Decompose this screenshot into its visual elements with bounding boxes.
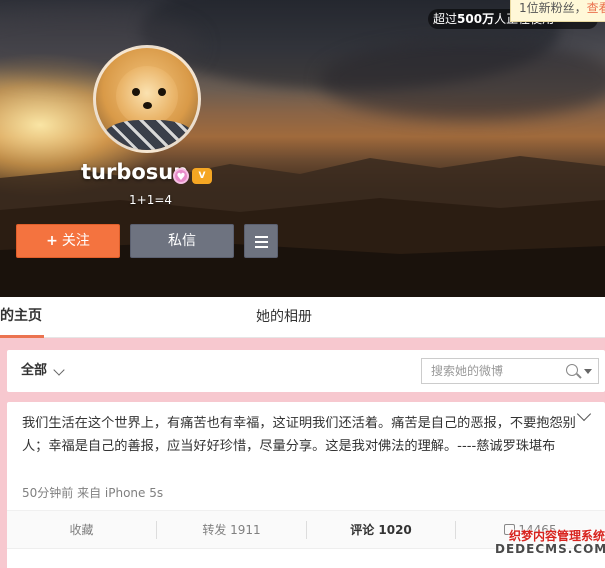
- banner-count: 500万: [457, 12, 495, 26]
- avatar-dog-eye: [158, 88, 166, 96]
- new-fans-notice[interactable]: 1位新粉丝，查看: [510, 0, 605, 22]
- profile-cover: turbosun ♥ V 1+1=4 +关注 私信 超过500万人正在使用 1位…: [0, 0, 605, 297]
- banner-prefix: 超过: [433, 12, 458, 26]
- profile-bio: 1+1=4: [129, 193, 173, 207]
- cover-cloud: [320, 40, 605, 120]
- menu-icon-bar: [255, 236, 268, 238]
- profile-username: turbosun: [81, 160, 189, 184]
- filter-dropdown[interactable]: 全部: [21, 350, 47, 392]
- menu-icon-bar: [255, 241, 268, 243]
- repost-button[interactable]: 转发 1911: [157, 511, 306, 549]
- profile-tabs: 的主页 她的相册: [0, 297, 605, 338]
- caret-down-icon[interactable]: [584, 369, 592, 374]
- plus-icon: +: [46, 233, 58, 249]
- search-box: [421, 358, 599, 384]
- favorite-button[interactable]: 收藏: [7, 511, 156, 549]
- avatar-dog-eye: [132, 88, 140, 96]
- new-fans-link[interactable]: 查看: [587, 1, 605, 15]
- vip-crown-icon[interactable]: V: [192, 168, 212, 184]
- search-input[interactable]: [422, 359, 552, 383]
- comment-button[interactable]: 评论 1020: [307, 511, 455, 549]
- avatar[interactable]: [93, 45, 201, 153]
- menu-icon-bar: [255, 246, 268, 248]
- message-button[interactable]: 私信: [130, 224, 234, 258]
- follow-button[interactable]: + 关注: [16, 224, 120, 258]
- level-badge-icon[interactable]: ♥: [173, 168, 189, 184]
- follow-button-label: 关注: [61, 233, 90, 249]
- tab-home[interactable]: 的主页: [0, 297, 44, 338]
- feed-filter-bar: 全部: [7, 350, 605, 392]
- avatar-dog-shirt: [104, 120, 194, 150]
- watermark: 织梦内容管理系统 DEDECMS.COM: [495, 530, 605, 556]
- search-icon[interactable]: [566, 364, 578, 376]
- post-text: 我们生活在这个世界上，有痛苦也有幸福，这证明我们还活着。痛苦是自己的恶报，不要抱…: [22, 416, 576, 454]
- new-fans-text: 1位新粉丝，: [519, 1, 587, 15]
- more-menu-button[interactable]: [244, 224, 278, 258]
- tab-album[interactable]: 她的相册: [256, 297, 312, 337]
- avatar-dog-face: [116, 66, 178, 126]
- avatar-dog-nose: [143, 102, 152, 109]
- watermark-line2: DEDECMS.COM: [495, 542, 605, 556]
- post-meta[interactable]: 50分钟前 来自 iPhone 5s: [22, 484, 163, 501]
- chevron-down-icon[interactable]: [53, 364, 65, 376]
